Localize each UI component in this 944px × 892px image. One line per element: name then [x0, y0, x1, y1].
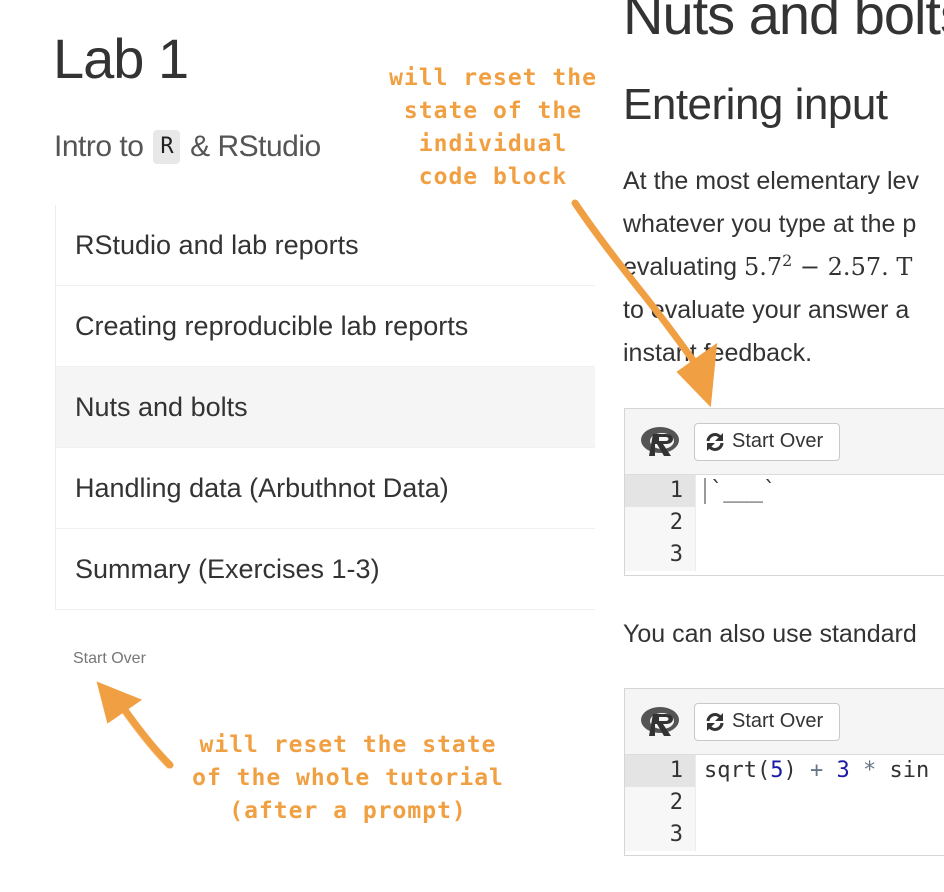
code-lines: `___`: [696, 475, 944, 571]
subtitle-prefix: Intro to: [54, 130, 144, 163]
section-title: Nuts and bolts: [623, 0, 944, 46]
math-expression: 5.72 − 2.57. T: [743, 251, 913, 282]
code-lines: sqrt(5) + 3 * sin: [696, 755, 944, 851]
math-rest: − 2.57. T: [792, 253, 913, 281]
code-token: sqrt(: [704, 758, 771, 783]
toc-item-label: Nuts and bolts: [75, 391, 248, 422]
paragraph-line-math: evaluating 5.72 − 2.57. T: [623, 246, 944, 289]
line-number: 2: [669, 510, 683, 535]
line-number: 2: [669, 790, 683, 815]
toc-item-rstudio-lab-reports[interactable]: RStudio and lab reports: [56, 205, 595, 286]
code-editor[interactable]: 1 2 3 sqrt(5) + 3 * sin: [625, 755, 944, 851]
intro-paragraph: At the most elementary lev whatever you …: [623, 160, 944, 375]
annotation-line: state of the: [403, 98, 583, 124]
code-token: ): [783, 758, 797, 783]
exercise-code-block: Start Over 1 2 3 sqrt(5) + 3 * sin: [624, 688, 944, 856]
annotation-line: of the whole tutorial: [192, 765, 504, 791]
toc-item-summary[interactable]: Summary (Exercises 1-3): [56, 529, 595, 610]
paragraph-line: whatever you type at the p: [623, 210, 917, 238]
arrow-to-tutorial-start-over: [96, 681, 174, 769]
r-logo-icon: [641, 706, 679, 736]
subtitle-suffix: & RStudio: [190, 130, 321, 163]
code-token: sin: [889, 758, 930, 783]
line-number-gutter: 1 2 3: [625, 755, 696, 851]
code-token-number: 5: [770, 758, 784, 783]
code-block-start-over-button[interactable]: Start Over: [694, 422, 841, 461]
code-line: sqrt(5) + 3 * sin: [696, 755, 944, 787]
toc-item-label: Creating reproducible lab reports: [75, 310, 469, 341]
paragraph-2: You can also use standard: [623, 620, 917, 648]
paragraph-line: evaluating: [623, 253, 744, 281]
r-logo-icon: [641, 426, 679, 456]
code-line: `___`: [696, 475, 944, 507]
annotation-line: will reset the state: [199, 732, 497, 758]
subtitle-r-code: R: [153, 130, 181, 164]
toc-item-nuts-and-bolts[interactable]: Nuts and bolts: [56, 367, 595, 448]
table-of-contents: RStudio and lab reports Creating reprodu…: [55, 205, 595, 610]
annotation-block-reset: will reset the state of the individual c…: [380, 62, 606, 194]
annotation-line: code block: [418, 164, 568, 190]
math-exponent: 2: [782, 251, 793, 270]
toc-item-label: Handling data (Arbuthnot Data): [75, 472, 449, 503]
toc-item-label: RStudio and lab reports: [75, 229, 359, 260]
toc-item-reproducible-lab-reports[interactable]: Creating reproducible lab reports: [56, 286, 595, 367]
code-block-toolbar: Start Over: [625, 689, 944, 755]
refresh-icon: [706, 712, 724, 731]
paragraph-line: At the most elementary lev: [623, 167, 919, 195]
text-cursor: [704, 478, 706, 504]
lab-title: Lab 1: [53, 27, 189, 90]
paragraph-line: to evaluate your answer a: [623, 296, 910, 324]
line-number: 3: [669, 542, 683, 567]
tutorial-start-over-link[interactable]: Start Over: [73, 650, 146, 668]
start-over-label: Start Over: [732, 430, 824, 452]
exercise-code-block: Start Over 1 2 3 `___`: [624, 408, 944, 576]
annotation-line: individual: [418, 131, 568, 157]
toc-item-handling-data[interactable]: Handling data (Arbuthnot Data): [56, 448, 595, 529]
code-token-operator: +: [796, 758, 837, 783]
code-block-start-over-button[interactable]: Start Over: [694, 702, 841, 741]
line-number-gutter: 1 2 3: [625, 475, 696, 571]
code-editor[interactable]: 1 2 3 `___`: [625, 475, 944, 571]
line-number: 3: [669, 822, 683, 847]
code-token-operator: *: [849, 758, 890, 783]
subsection-title: Entering input: [623, 80, 888, 129]
line-number: 1: [625, 475, 695, 507]
math-base: 5.7: [743, 253, 783, 281]
lab-subtitle: Intro to R & RStudio: [54, 130, 321, 164]
paragraph-line: instant feedback.: [623, 339, 813, 367]
code-block-toolbar: Start Over: [625, 409, 944, 475]
annotation-line: will reset the: [389, 65, 597, 91]
code-line-text: `___`: [710, 478, 777, 503]
start-over-label: Start Over: [732, 710, 824, 732]
annotation-tutorial-reset: will reset the state of the whole tutori…: [178, 729, 518, 828]
annotation-line: (after a prompt): [229, 798, 467, 824]
code-token-number: 3: [836, 758, 850, 783]
line-number: 1: [625, 755, 695, 787]
toc-item-label: Summary (Exercises 1-3): [75, 553, 380, 584]
refresh-icon: [706, 432, 724, 451]
